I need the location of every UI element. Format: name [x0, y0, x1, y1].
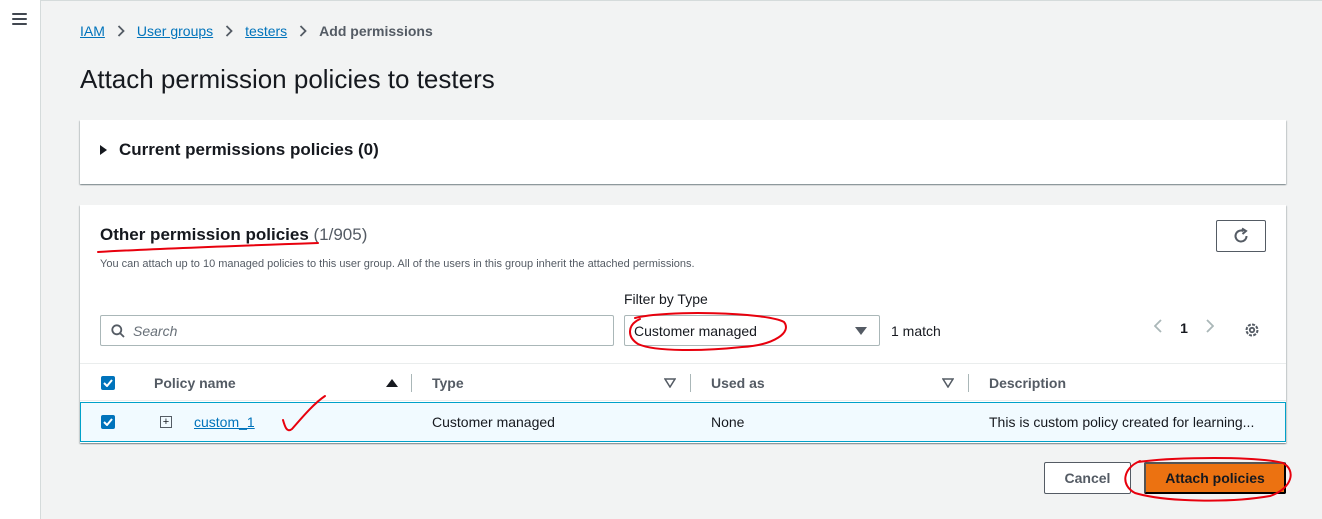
- refresh-button[interactable]: [1216, 220, 1266, 252]
- select-all-cell: [101, 364, 115, 402]
- policy-description-cell: This is custom policy created for learni…: [989, 414, 1255, 430]
- sort-cell: [386, 364, 398, 402]
- other-policies-count: (1/905): [313, 225, 368, 244]
- page-number[interactable]: 1: [1174, 320, 1194, 336]
- current-policies-panel: Current permissions policies (0): [80, 120, 1286, 184]
- search-field[interactable]: [100, 315, 614, 346]
- refresh-icon: [1234, 227, 1248, 243]
- other-policies-description: You can attach up to 10 managed policies…: [100, 258, 695, 270]
- breadcrumb-user-groups[interactable]: User groups: [137, 23, 213, 39]
- table-row[interactable]: + custom_1 Customer managed None This is…: [80, 402, 1286, 442]
- breadcrumb: IAM User groups testers Add permissions: [80, 23, 433, 39]
- other-policies-title: Other permission policies: [100, 225, 309, 244]
- filter-label: Filter by Type: [624, 291, 708, 307]
- chevron-right-icon: [300, 25, 307, 37]
- policy-type-cell: Customer managed: [432, 414, 555, 430]
- row-expand-cell: +: [160, 403, 172, 441]
- caret-down-icon: [855, 327, 867, 335]
- gear-icon[interactable]: [1243, 321, 1261, 339]
- attach-policies-button[interactable]: Attach policies: [1144, 462, 1286, 494]
- sort-cell: [942, 364, 954, 402]
- policy-used-as-cell: None: [711, 414, 745, 430]
- column-header-policy-name[interactable]: Policy name: [154, 364, 236, 402]
- search-input[interactable]: [133, 322, 573, 339]
- table-header: Policy name Type Used as Description: [80, 363, 1286, 401]
- breadcrumb-current: Add permissions: [319, 23, 433, 39]
- row-checkbox[interactable]: [101, 415, 115, 429]
- chevron-right-icon: [117, 25, 125, 37]
- match-count: 1 match: [891, 323, 941, 339]
- plus-box-icon[interactable]: +: [160, 416, 172, 428]
- top-border: [0, 0, 1322, 1]
- filter-type-value: Customer managed: [634, 322, 757, 339]
- row-select-cell: [101, 403, 115, 441]
- menu-icon[interactable]: [12, 13, 27, 26]
- chevron-left-icon[interactable]: [1148, 319, 1168, 336]
- pagination: 1: [1148, 319, 1220, 336]
- other-policies-heading: Other permission policies (1/905): [100, 225, 367, 245]
- select-all-checkbox[interactable]: [101, 376, 115, 390]
- cancel-button[interactable]: Cancel: [1044, 462, 1131, 494]
- sort-cell: [664, 364, 676, 402]
- caret-right-icon: [100, 145, 107, 155]
- column-divider[interactable]: [690, 374, 691, 392]
- chevron-right-icon: [226, 25, 233, 37]
- current-policies-title: Current permissions policies (0): [119, 140, 379, 159]
- column-header-type[interactable]: Type: [432, 364, 464, 402]
- current-policies-expander[interactable]: Current permissions policies (0): [100, 140, 379, 160]
- policy-name-cell: custom_1: [194, 403, 255, 441]
- filter-type-select[interactable]: Customer managed: [624, 315, 880, 346]
- column-header-description: Description: [989, 375, 1067, 391]
- policy-name-link[interactable]: custom_1: [194, 414, 255, 430]
- sort-icon[interactable]: [942, 378, 954, 388]
- side-navigation: [0, 0, 41, 519]
- chevron-right-icon[interactable]: [1200, 319, 1220, 336]
- sort-icon[interactable]: [664, 378, 676, 388]
- other-policies-panel: Other permission policies (1/905) You ca…: [80, 205, 1286, 443]
- sort-ascending-icon[interactable]: [386, 379, 398, 387]
- page-title: Attach permission policies to testers: [80, 64, 495, 94]
- breadcrumb-testers[interactable]: testers: [245, 23, 287, 39]
- column-divider[interactable]: [968, 374, 969, 392]
- breadcrumb-iam[interactable]: IAM: [80, 23, 105, 39]
- column-header-used-as[interactable]: Used as: [711, 364, 765, 402]
- search-icon: [111, 323, 125, 338]
- column-divider[interactable]: [411, 374, 412, 392]
